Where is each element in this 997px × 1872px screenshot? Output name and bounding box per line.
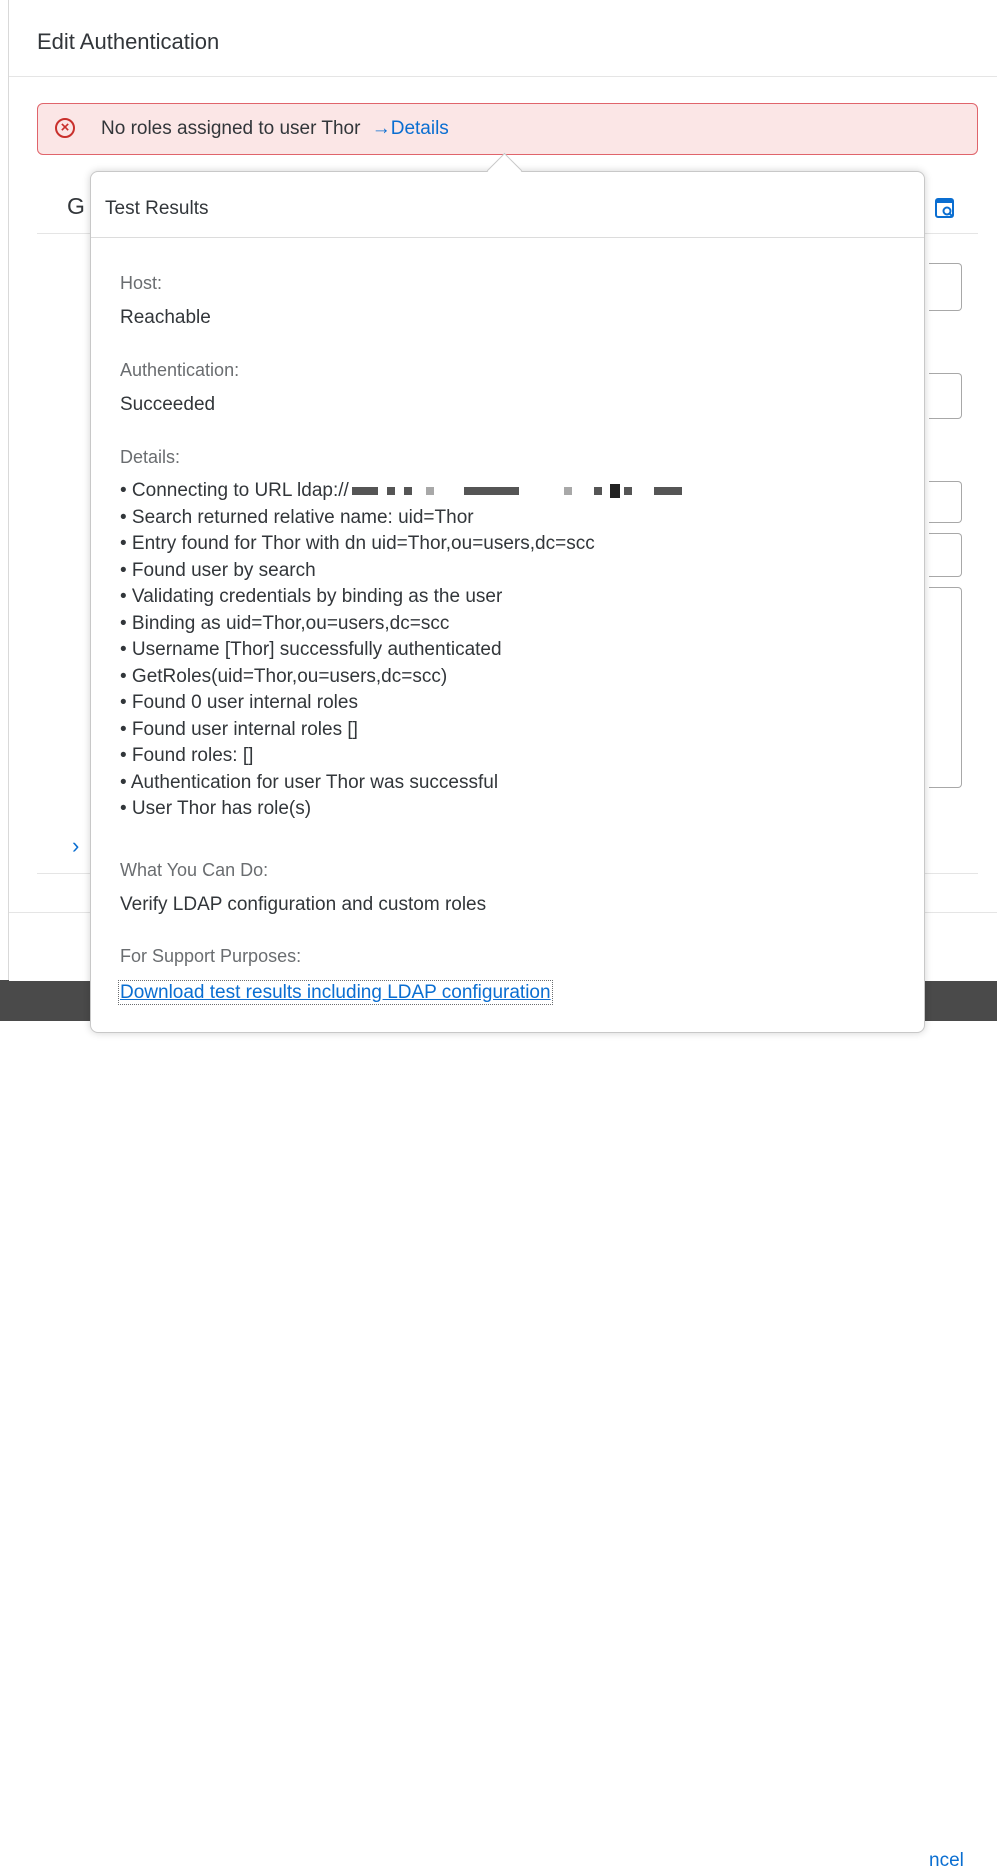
test-results-popover: Test Results Host: Reachable Authenticat… [90, 152, 925, 1033]
details-label: Details: [120, 447, 181, 467]
support-link-row: Download test results including LDAP con… [118, 980, 553, 1005]
value-help-icon[interactable] [935, 196, 957, 220]
support-label: For Support Purposes: [120, 946, 302, 966]
details-list: • Connecting to URL ldap:// • Search ret… [120, 478, 682, 823]
details-list-item: • Found user internal roles [] [120, 718, 358, 740]
what-you-can-do-value: Verify LDAP configuration and custom rol… [120, 894, 487, 915]
host-group: Host: Reachable [120, 272, 211, 330]
details-list-item: • Authentication for user Thor was succe… [120, 771, 499, 793]
details-list-item: • Validating credentials by binding as t… [120, 586, 503, 607]
what-you-can-do-group: What You Can Do: Verify LDAP configurati… [120, 859, 486, 917]
download-test-results-link[interactable]: Download test results including LDAP con… [118, 980, 553, 1005]
details-list-item: • Found roles: [] [120, 745, 254, 766]
authentication-group: Authentication: Succeeded [120, 359, 239, 417]
details-list-item: • Found 0 user internal roles [120, 692, 358, 713]
error-message-strip: × No roles assigned to user Thor →Detail… [37, 103, 978, 155]
dialog-title: Edit Authentication [37, 29, 220, 54]
chevron-right-icon[interactable]: › [72, 833, 79, 859]
details-list-item: • Entry found for Thor with dn uid=Thor,… [120, 533, 595, 554]
details-list-item: • Username [Thor] successfully authentic… [120, 639, 502, 660]
textarea-field[interactable] [929, 587, 962, 788]
error-message-text: No roles assigned to user Thor [101, 118, 361, 139]
input-field[interactable] [929, 533, 962, 577]
input-field[interactable] [929, 481, 962, 523]
authentication-label: Authentication: [120, 360, 240, 380]
popover-title: Test Results [105, 198, 209, 219]
details-link[interactable]: →Details [372, 118, 449, 139]
host-value: Reachable [120, 307, 211, 328]
details-list-item: • Binding as uid=Thor,ou=users,dc=scc [120, 612, 450, 634]
support-group: For Support Purposes: Download test resu… [118, 945, 553, 1005]
dialog-header: Edit Authentication [9, 0, 997, 77]
authentication-value: Succeeded [120, 394, 216, 415]
input-field[interactable] [929, 263, 962, 311]
details-list-item: • Connecting to URL ldap:// [120, 478, 682, 505]
details-list-item: • GetRoles(uid=Thor,ou=users,dc=scc) [120, 665, 448, 687]
details-group: Details: • Connecting to URL ldap:// • S… [120, 446, 682, 823]
details-list-item: • Found user by search [120, 559, 316, 581]
redacted-text [351, 486, 378, 495]
error-circle-icon: × [55, 118, 75, 138]
details-list-item: • User Thor has role(s) [120, 798, 312, 819]
cancel-button[interactable]: ncel [929, 1850, 964, 1872]
what-you-can-do-label: What You Can Do: [120, 860, 269, 880]
input-field[interactable] [929, 373, 962, 419]
host-label: Host: [120, 273, 163, 293]
popover-header: Test Results [91, 172, 924, 238]
error-message: No roles assigned to user Thor →Details [101, 118, 449, 140]
section-title: G [67, 193, 85, 219]
details-list-item: • Search returned relative name: uid=Tho… [120, 506, 474, 528]
